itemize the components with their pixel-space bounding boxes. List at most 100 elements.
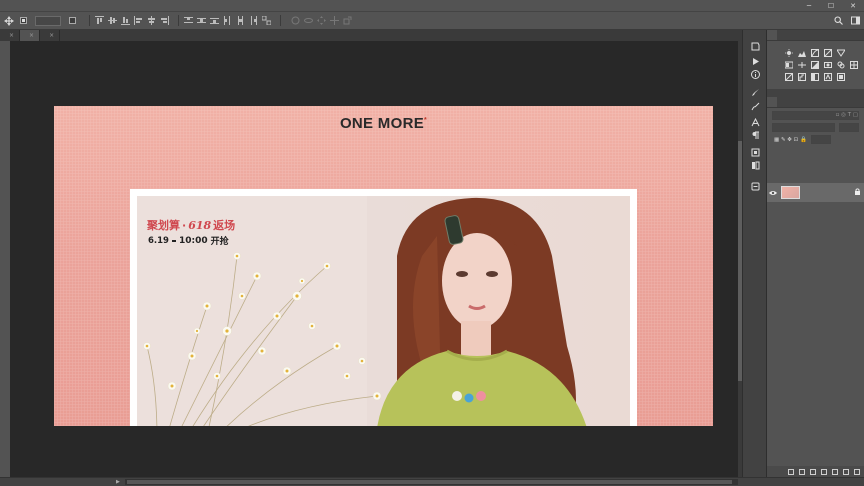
distribute-left-icon[interactable] — [223, 16, 232, 25]
divider — [178, 15, 179, 26]
close-icon[interactable]: × — [29, 30, 34, 41]
filter-icons: ▫ ◎ T ▢ — [835, 112, 858, 118]
doc-tab[interactable]: × — [0, 30, 21, 41]
align-right-icon[interactable] — [160, 16, 169, 25]
brush-icon[interactable] — [751, 88, 760, 97]
move-tool-icon[interactable] — [4, 15, 14, 26]
window-controls: ─ ☐ ✕ — [798, 0, 864, 11]
channel-mixer-icon[interactable] — [837, 61, 845, 69]
canvas-horizontal-scrollbar[interactable] — [125, 479, 738, 485]
align-vcenter-icon[interactable] — [108, 16, 117, 25]
store-nav — [167, 143, 617, 144]
show-transform-checkbox[interactable] — [69, 17, 76, 24]
history-icon[interactable] — [751, 42, 760, 51]
photo-filter-icon[interactable] — [824, 61, 832, 69]
distribute-right-icon[interactable] — [249, 16, 258, 25]
threshold-icon[interactable] — [811, 73, 819, 81]
black-white-icon[interactable] — [811, 61, 819, 69]
doc-tab[interactable]: × — [40, 30, 61, 41]
canvas-area[interactable]: ONE MORE* 聚划算 · 618 返场 6.19 10:00 开抢 — [10, 41, 738, 477]
distribute-vcenter-icon[interactable] — [197, 16, 206, 25]
align-hcenter-icon[interactable] — [147, 16, 156, 25]
auto-select-checkbox[interactable] — [20, 17, 27, 24]
close-icon[interactable]: × — [9, 30, 14, 41]
character-icon[interactable] — [751, 118, 760, 127]
workspace-icon[interactable] — [851, 16, 860, 25]
hue-saturation-icon[interactable] — [785, 61, 793, 69]
model-photo — [377, 197, 587, 426]
fill-input[interactable] — [810, 135, 831, 144]
status-bar: ▶ — [0, 477, 864, 486]
lock-icons[interactable]: ▦ ✎ ✥ ⊡ 🔒 — [774, 137, 807, 143]
swatch-icon[interactable] — [751, 161, 760, 170]
exposure-icon[interactable] — [824, 49, 832, 57]
visibility-eye-icon[interactable] — [767, 190, 779, 196]
tab-adjustments[interactable] — [767, 30, 777, 40]
actions-play-icon[interactable] — [751, 57, 760, 66]
levels-icon[interactable] — [798, 49, 806, 57]
posterize-icon[interactable] — [798, 73, 806, 81]
auto-align-icon[interactable] — [262, 16, 271, 25]
new-layer-icon[interactable] — [843, 468, 849, 475]
drag-3d-icon[interactable] — [317, 16, 326, 25]
opacity-input[interactable] — [839, 123, 859, 132]
search-icon[interactable] — [834, 16, 843, 25]
close-icon[interactable]: ✕ — [842, 0, 864, 11]
tab-layers[interactable] — [767, 97, 777, 107]
document-canvas[interactable]: ONE MORE* 聚划算 · 618 返场 6.19 10:00 开抢 — [54, 106, 713, 426]
new-adjustment-icon[interactable] — [821, 468, 827, 475]
new-group-icon[interactable] — [832, 468, 838, 475]
blend-mode-dropdown[interactable] — [772, 123, 835, 132]
slide-3d-icon[interactable] — [330, 16, 339, 25]
brightness-icon[interactable] — [785, 49, 793, 57]
vibrance-icon[interactable] — [837, 49, 845, 57]
doc-tab-active[interactable]: × — [20, 30, 41, 41]
scrollbar-thumb[interactable] — [127, 480, 732, 484]
close-icon[interactable]: × — [49, 30, 54, 41]
distribute-hcenter-icon[interactable] — [236, 16, 245, 25]
clone-source-icon[interactable] — [751, 148, 760, 157]
menu-bar: ─ ☐ ✕ — [0, 0, 864, 11]
gradient-map-icon[interactable] — [837, 73, 845, 81]
fx-icon[interactable] — [799, 468, 805, 475]
layer-row[interactable] — [767, 183, 864, 202]
info-icon[interactable] — [751, 70, 760, 79]
color-balance-icon[interactable] — [798, 61, 806, 69]
layer-kind-filter[interactable]: ▫ ◎ T ▢ — [772, 111, 859, 120]
adjustments-tabs — [767, 30, 864, 41]
panel-separator — [767, 89, 864, 97]
scale-3d-icon[interactable] — [343, 16, 352, 25]
roll-3d-icon[interactable] — [304, 16, 313, 25]
promo-title-618: 618 — [188, 219, 212, 232]
adjustments-row-1 — [767, 47, 864, 59]
color-lookup-icon[interactable] — [850, 61, 858, 69]
flower-bouquet-illustration — [143, 252, 382, 426]
auto-select-dropdown[interactable] — [35, 15, 61, 26]
minimize-icon[interactable]: ─ — [798, 0, 820, 11]
brush-settings-icon[interactable] — [751, 102, 760, 111]
align-bottom-icon[interactable] — [121, 16, 130, 25]
blend-row — [772, 123, 859, 132]
rotate-3d-icon[interactable] — [291, 16, 300, 25]
align-left-icon[interactable] — [134, 16, 143, 25]
document-tabs: × × × — [0, 30, 742, 41]
curves-icon[interactable] — [811, 49, 819, 57]
tab-paths[interactable] — [787, 97, 797, 107]
selective-color-icon[interactable] — [824, 73, 832, 81]
add-mask-icon[interactable] — [810, 468, 816, 475]
lock-row: ▦ ✎ ✥ ⊡ 🔒 — [772, 135, 859, 144]
promo-title-suffix: 返场 — [213, 219, 236, 232]
layers-tabs — [767, 97, 864, 108]
align-top-icon[interactable] — [95, 16, 104, 25]
tab-channels[interactable] — [777, 97, 787, 107]
distribute-top-icon[interactable] — [184, 16, 193, 25]
maximize-icon[interactable]: ☐ — [820, 0, 842, 11]
distribute-bottom-icon[interactable] — [210, 16, 219, 25]
link-layers-icon[interactable] — [788, 468, 794, 475]
promo-title-dot: · — [182, 219, 187, 232]
paragraph-icon[interactable] — [751, 131, 760, 140]
properties-icon[interactable] — [751, 182, 760, 191]
promo-title-main: 聚划算 — [147, 219, 180, 232]
invert-icon[interactable] — [785, 73, 793, 81]
delete-layer-icon[interactable] — [854, 468, 860, 475]
